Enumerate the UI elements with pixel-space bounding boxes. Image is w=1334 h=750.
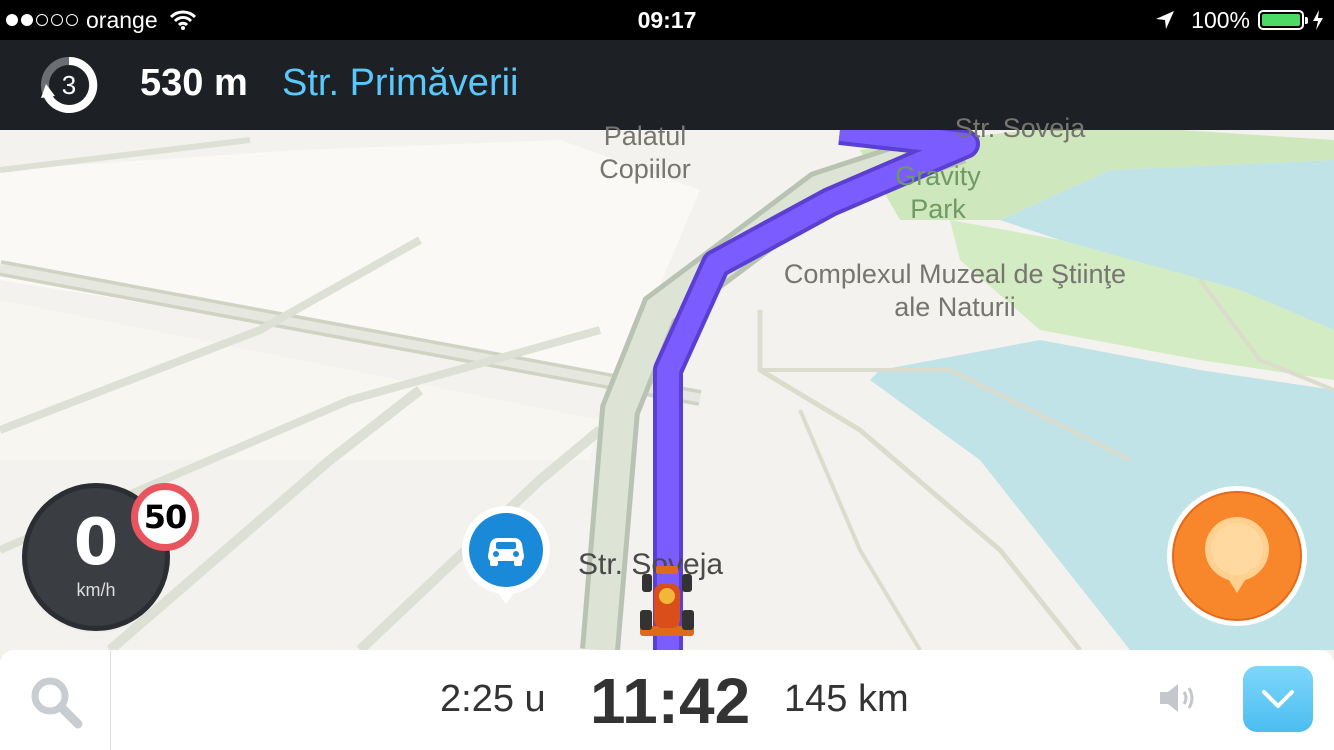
status-right: 100% [1155, 0, 1324, 40]
racecar-icon [640, 566, 694, 636]
map-label-park: Park [910, 194, 966, 224]
car-icon[interactable] [460, 504, 552, 610]
map-label-palatul: Palatul [603, 121, 687, 151]
map-label-gravity: Gravity [895, 161, 981, 191]
map-label-copiilor: Copiilor [599, 154, 691, 184]
expand-button[interactable] [1243, 666, 1313, 732]
trip-info-bar[interactable]: 2:25 u 11:42 145 km [0, 650, 1334, 750]
map-label-muzeal-line1: Complexul Muzeal de Ştiinţe [783, 259, 1127, 289]
chevron-down-icon [1262, 690, 1294, 708]
roundabout-exit-number: 3 [61, 70, 77, 100]
next-street-name: Str. Primăverii [282, 62, 519, 104]
search-button[interactable] [0, 650, 111, 750]
battery-icon [1258, 10, 1308, 30]
remaining-distance: 145 km [784, 678, 909, 720]
report-pin-icon[interactable] [1166, 485, 1308, 627]
speed-unit: km/h [76, 580, 116, 600]
status-bar: orange 09:17 100% [0, 0, 1334, 40]
waze-navigation-screen: orange 09:17 100% 3 530 m Str. Primăveri… [0, 0, 1334, 750]
trip-duration: 2:25 u [440, 678, 546, 720]
search-icon [31, 677, 83, 729]
battery-percent: 100% [1191, 6, 1250, 33]
turn-distance: 530 m [140, 62, 248, 104]
map-label-top-street: Str. Soveja [954, 113, 1086, 143]
navigation-instruction-bar[interactable]: 3 530 m Str. Primăverii [0, 40, 1334, 130]
speaker-icon[interactable] [1158, 680, 1200, 716]
location-arrow-icon [1156, 11, 1175, 29]
status-time: 09:17 [637, 7, 697, 33]
map-label-muzeal-line2: ale Naturii [894, 292, 1016, 322]
speed-limit-sign: 50 [131, 483, 199, 551]
charging-icon [1313, 10, 1323, 30]
arrival-time: 11:42 [590, 665, 751, 737]
